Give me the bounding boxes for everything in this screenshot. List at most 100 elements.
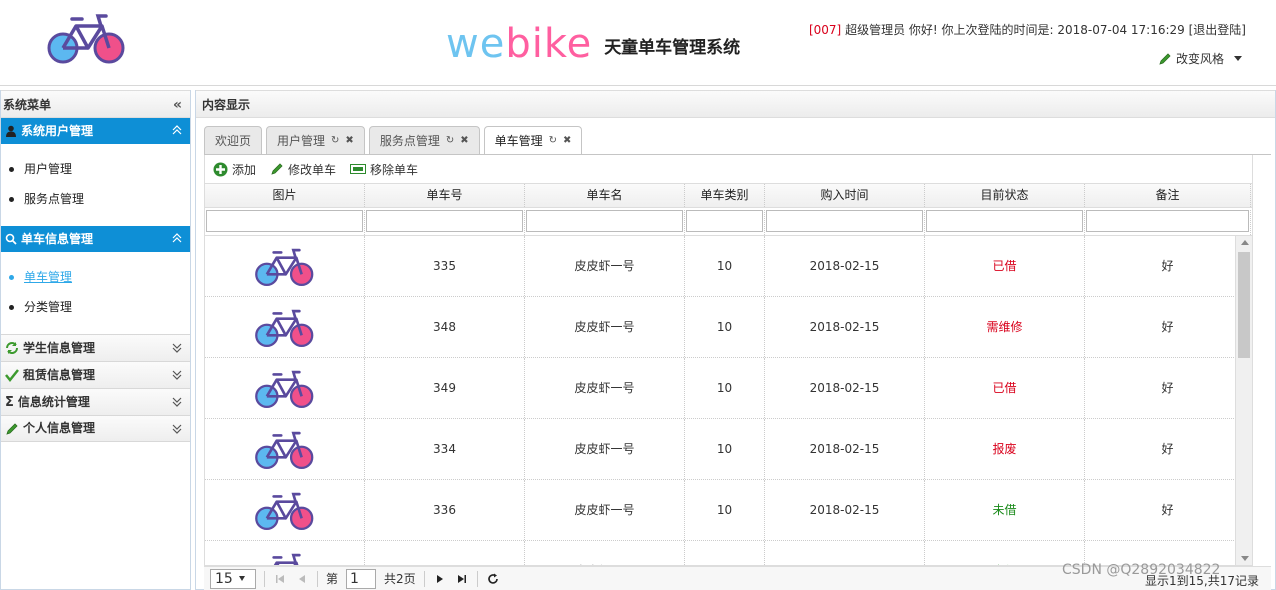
- user-greeting: 超级管理员 你好! 你上次登陆的时间是: 2018-07-04 17:16:29: [841, 23, 1189, 37]
- filter-input[interactable]: [526, 210, 683, 232]
- table-row[interactable]: 348 皮皮虾一号 10 2018-02-15 需维修好: [205, 297, 1252, 358]
- tab-service-points[interactable]: 服务点管理 ↻ ✖: [368, 126, 480, 154]
- cell-purchase-date: 2018-02-15: [765, 236, 925, 296]
- sidebar-section-personal[interactable]: 个人信息管理: [1, 415, 190, 442]
- section-label: 单车信息管理: [21, 232, 94, 246]
- edit-bike-button[interactable]: 修改单车: [270, 161, 336, 178]
- page-number-input[interactable]: 1: [346, 568, 377, 589]
- sidebar-item-label: 服务点管理: [24, 192, 85, 206]
- column-header[interactable]: 单车号: [365, 184, 525, 207]
- sidebar-section-rentals[interactable]: 租赁信息管理: [1, 361, 190, 388]
- bike-image-icon: [205, 480, 365, 540]
- filter-cell: [765, 210, 925, 235]
- close-icon[interactable]: ✖: [460, 128, 468, 154]
- chevron-down-icon[interactable]: [172, 343, 182, 353]
- cell-note: 好: [1085, 358, 1251, 418]
- sidebar-item-label: 用户管理: [24, 162, 73, 176]
- page-size-select[interactable]: 15: [210, 568, 256, 589]
- scroll-down-icon[interactable]: [1241, 556, 1249, 561]
- bike-image-icon: [205, 297, 365, 357]
- bike-image-icon: [205, 358, 365, 418]
- add-label: 添加: [232, 162, 257, 177]
- logout-link[interactable]: [退出登陆]: [1189, 23, 1246, 37]
- bike-logo-icon: [47, 14, 125, 64]
- cell-bike-name: 皮皮虾一号: [525, 297, 685, 357]
- column-header[interactable]: 备注: [1085, 184, 1251, 207]
- filter-input[interactable]: [366, 210, 523, 232]
- pencil-icon: [1159, 52, 1171, 65]
- refresh-icon[interactable]: [486, 572, 500, 586]
- table-row[interactable]: 349 皮皮虾一号 10 2018-02-15 已借好: [205, 358, 1252, 419]
- column-header[interactable]: 目前状态: [925, 184, 1085, 207]
- content-title: 内容显示: [196, 90, 1275, 118]
- sidebar-item-label: 分类管理: [24, 300, 73, 314]
- refresh-icon[interactable]: ↻: [549, 128, 557, 154]
- close-icon[interactable]: ✖: [345, 128, 353, 154]
- filter-cell: [365, 210, 525, 235]
- cell-status: 未借: [925, 541, 1085, 565]
- table-row[interactable]: 334 皮皮虾一号 10 2018-02-15 报废好: [205, 419, 1252, 480]
- content-panel: 内容显示 欢迎页 用户管理 ↻ ✖ 服务点管理 ↻ ✖ 单车管理 ↻ ✖ 添加 修改单车 移…: [195, 90, 1276, 590]
- section-label: 系统用户管理: [21, 124, 94, 138]
- sidebar-item-category-management[interactable]: 分类管理: [1, 292, 190, 322]
- sidebar: 系统菜单 « 系统用户管理 用户管理 服务点管理 单车信息管理 单车管理 分类管…: [0, 90, 191, 590]
- sidebar-item-user-management[interactable]: 用户管理: [1, 154, 190, 184]
- remove-icon: [350, 164, 367, 174]
- theme-switcher[interactable]: 改变风格: [1158, 50, 1243, 67]
- tab-user-management[interactable]: 用户管理 ↻ ✖: [266, 126, 365, 154]
- chevron-up-icon[interactable]: [172, 233, 182, 243]
- filter-input[interactable]: [926, 210, 1083, 232]
- cell-bike-type: 10: [685, 541, 765, 565]
- add-button[interactable]: 添加: [213, 161, 256, 178]
- chevron-down-icon[interactable]: [172, 424, 182, 434]
- checkmark-icon: [5, 369, 19, 382]
- cell-purchase-date: 2018-02-15: [765, 358, 925, 418]
- sidebar-section-system-users[interactable]: 系统用户管理: [1, 118, 190, 144]
- separator: [317, 570, 318, 587]
- cell-status: 未借: [925, 480, 1085, 540]
- filter-input[interactable]: [1086, 210, 1249, 232]
- column-header[interactable]: 单车类别: [685, 184, 765, 207]
- bike-image-icon: [205, 419, 365, 479]
- refresh-icon[interactable]: ↻: [331, 128, 339, 154]
- toolbar: 添加 修改单车 移除单车: [204, 155, 1253, 183]
- sidebar-section-students[interactable]: 学生信息管理: [1, 334, 190, 361]
- remove-bike-button[interactable]: 移除单车: [350, 161, 418, 178]
- first-page-icon[interactable]: [273, 572, 287, 586]
- cell-status: 已借: [925, 236, 1085, 296]
- sidebar-item-label: 单车管理: [24, 270, 73, 284]
- sidebar-item-bike-management[interactable]: 单车管理: [1, 262, 190, 292]
- chevron-down-icon[interactable]: [172, 370, 182, 380]
- sidebar-item-service-points[interactable]: 服务点管理: [1, 184, 190, 214]
- tab-bike-management[interactable]: 单车管理 ↻ ✖: [483, 126, 583, 155]
- sidebar-section-statistics[interactable]: Σ 信息统计管理: [1, 388, 190, 415]
- scroll-thumb[interactable]: [1238, 252, 1250, 358]
- refresh-icon: [6, 342, 18, 354]
- table-row[interactable]: 336 皮皮虾一号 10 2018-02-15 未借好: [205, 480, 1252, 541]
- column-header[interactable]: 购入时间: [765, 184, 925, 207]
- column-header[interactable]: 图片: [205, 184, 365, 207]
- sidebar-title-label: 系统菜单: [3, 98, 52, 112]
- close-icon[interactable]: ✖: [563, 128, 571, 154]
- edit-label: 修改单车: [288, 162, 337, 177]
- cell-status: 报废: [925, 419, 1085, 479]
- prev-page-icon[interactable]: [295, 572, 309, 586]
- refresh-icon[interactable]: ↻: [446, 128, 454, 154]
- column-header[interactable]: 单车名: [525, 184, 685, 207]
- table-row[interactable]: 335 皮皮虾一号 10 2018-02-15 已借好: [205, 236, 1252, 297]
- filter-input[interactable]: [206, 210, 363, 232]
- sidebar-section-bike-info[interactable]: 单车信息管理: [1, 226, 190, 252]
- filter-input[interactable]: [766, 210, 923, 232]
- chevron-down-icon[interactable]: [172, 397, 182, 407]
- collapse-sidebar-icon[interactable]: «: [173, 91, 182, 119]
- last-page-icon[interactable]: [455, 572, 469, 586]
- tab-welcome[interactable]: 欢迎页: [204, 126, 263, 154]
- vertical-scrollbar[interactable]: [1235, 236, 1252, 565]
- next-page-icon[interactable]: [433, 572, 447, 586]
- chevron-up-icon[interactable]: [172, 125, 182, 135]
- theme-label: 改变风格: [1176, 52, 1225, 66]
- user-info: [007] 超级管理员 你好! 你上次登陆的时间是: 2018-07-04 17…: [809, 21, 1246, 38]
- scroll-up-icon[interactable]: [1241, 240, 1249, 245]
- filter-input[interactable]: [686, 210, 763, 232]
- section-label: 租赁信息管理: [23, 367, 96, 382]
